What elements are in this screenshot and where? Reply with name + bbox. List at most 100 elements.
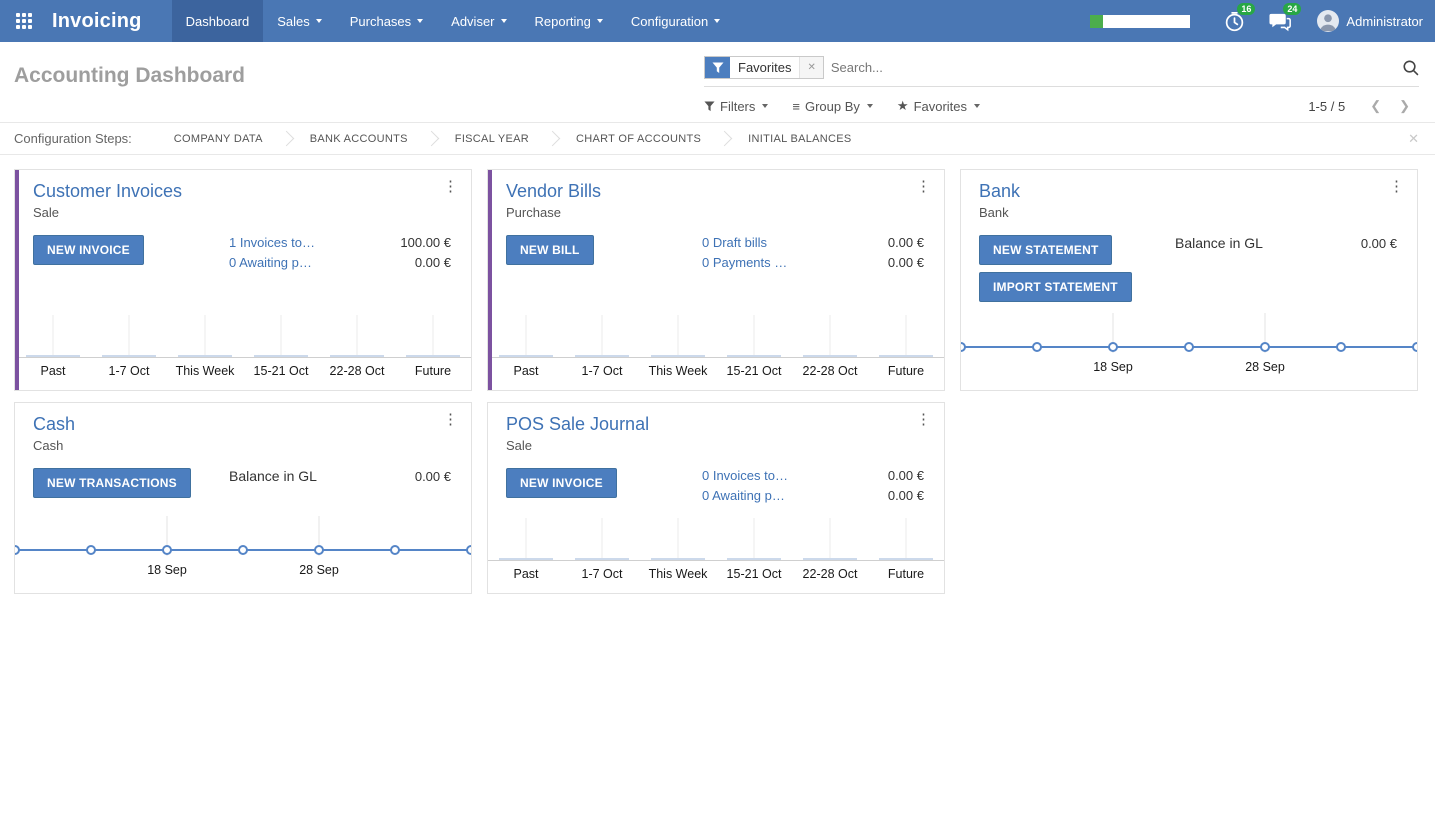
journal-color-stripe bbox=[15, 170, 19, 390]
new-invoice-button[interactable]: NEW INVOICE bbox=[506, 468, 617, 498]
card-stats: Balance in GL0.00 € bbox=[1175, 235, 1397, 302]
card-kebab-menu-icon[interactable]: ⋮ bbox=[1389, 179, 1404, 194]
journal-card-vendor-bills: Vendor BillsPurchase⋮NEW BILL0 Draft bil… bbox=[487, 169, 945, 391]
configuration-steps-bar: Configuration Steps: COMPANY DATA BANK AC… bbox=[0, 122, 1435, 155]
menu-item-label: Reporting bbox=[535, 14, 591, 29]
menu-item-configuration[interactable]: Configuration bbox=[617, 0, 734, 42]
axis-tick-label: 28 Sep bbox=[299, 563, 339, 577]
search-input[interactable] bbox=[831, 60, 1394, 75]
facet-remove-button[interactable]: ✕ bbox=[799, 57, 822, 78]
stat-row: Balance in GL0.00 € bbox=[1175, 235, 1397, 251]
mini-bar-chart: Past1-7 OctThis Week15-21 Oct22-28 OctFu… bbox=[15, 309, 471, 385]
import-statement-button[interactable]: IMPORT STATEMENT bbox=[979, 272, 1132, 302]
journal-subtitle: Sale bbox=[33, 205, 455, 220]
stat-link[interactable]: 0 Awaiting p… bbox=[229, 255, 312, 270]
card-kebab-menu-icon[interactable]: ⋮ bbox=[443, 179, 458, 194]
stat-link[interactable]: 0 Invoices to… bbox=[702, 468, 788, 483]
new-bill-button[interactable]: NEW BILL bbox=[506, 235, 594, 265]
pager-previous-button[interactable]: ❮ bbox=[1361, 98, 1390, 114]
journal-card-customer-invoices: Customer Invoices Sale ⋮ NEW INVOICE 1 Invoi… bbox=[14, 169, 472, 391]
card-chart: 18 Sep28 Sep bbox=[15, 512, 471, 593]
axis-tick-label: This Week bbox=[649, 364, 709, 378]
stat-amount: 0.00 € bbox=[415, 255, 451, 270]
axis-tick-label: 22-28 Oct bbox=[330, 364, 385, 378]
stat-amount: 0.00 € bbox=[415, 469, 451, 484]
config-step[interactable]: COMPANY DATA bbox=[156, 133, 281, 145]
axis-tick-label: 18 Sep bbox=[1093, 360, 1133, 374]
menu-item-purchases[interactable]: Purchases bbox=[336, 0, 437, 42]
stat-link[interactable]: 0 Draft bills bbox=[702, 235, 767, 250]
axis-tick-label: 22-28 Oct bbox=[803, 364, 858, 378]
configuration-steps-label: Configuration Steps: bbox=[14, 131, 132, 146]
stat-amount: 0.00 € bbox=[1361, 236, 1397, 251]
favorites-dropdown[interactable]: ★ Favorites bbox=[897, 98, 980, 114]
activities-count-badge: 16 bbox=[1237, 3, 1255, 16]
stat-link[interactable]: 0 Payments … bbox=[702, 255, 787, 270]
stat-link[interactable]: 0 Awaiting p… bbox=[702, 488, 785, 503]
app-title: Invoicing bbox=[48, 0, 172, 42]
messages-button[interactable]: 24 bbox=[1268, 10, 1292, 33]
filters-dropdown[interactable]: Filters bbox=[704, 99, 768, 114]
chevron-down-icon bbox=[316, 19, 322, 23]
search-facet: Favorites ✕ bbox=[704, 56, 824, 79]
new-invoice-button[interactable]: NEW INVOICE bbox=[33, 235, 144, 265]
journal-title-link[interactable]: Bank bbox=[979, 181, 1020, 202]
configuration-bar-close-icon[interactable]: ✕ bbox=[1408, 131, 1419, 147]
chevron-down-icon bbox=[417, 19, 423, 23]
axis-tick-label: Past bbox=[40, 364, 66, 378]
card-buttons: NEW BILL bbox=[506, 235, 594, 270]
config-step[interactable]: CHART OF ACCOUNTS bbox=[558, 133, 719, 145]
menu-item-reporting[interactable]: Reporting bbox=[521, 0, 617, 42]
stat-label: Balance in GL bbox=[229, 468, 317, 484]
control-panel-actions: Filters ≡ Group By ★ Favorites 1-5 / 5 ❮… bbox=[704, 98, 1419, 114]
stat-link[interactable]: 1 Invoices to… bbox=[229, 235, 315, 250]
menu-item-label: Configuration bbox=[631, 14, 708, 29]
stat-amount: 100.00 € bbox=[400, 235, 451, 250]
axis-tick-label: 1-7 Oct bbox=[582, 567, 624, 581]
new-statement-button[interactable]: NEW STATEMENT bbox=[979, 235, 1112, 265]
menu-item-dashboard[interactable]: Dashboard bbox=[172, 0, 264, 42]
card-kebab-menu-icon[interactable]: ⋮ bbox=[916, 179, 931, 194]
stat-row: 0 Payments …0.00 € bbox=[702, 255, 924, 270]
config-step[interactable]: BANK ACCOUNTS bbox=[292, 133, 426, 145]
axis-tick-label: 1-7 Oct bbox=[582, 364, 624, 378]
card-stats: 0 Draft bills0.00 €0 Payments …0.00 € bbox=[702, 235, 924, 270]
new-transactions-button[interactable]: NEW TRANSACTIONS bbox=[33, 468, 191, 498]
stat-amount: 0.00 € bbox=[888, 468, 924, 483]
menu-item-label: Sales bbox=[277, 14, 310, 29]
apps-menu-button[interactable] bbox=[0, 0, 48, 42]
group-by-dropdown[interactable]: ≡ Group By bbox=[792, 99, 873, 114]
planner-progress-bar[interactable] bbox=[1090, 15, 1190, 28]
journal-title-link[interactable]: Customer Invoices bbox=[33, 181, 182, 202]
axis-tick-label: 28 Sep bbox=[1245, 360, 1285, 374]
menu-item-sales[interactable]: Sales bbox=[263, 0, 336, 42]
journal-title-link[interactable]: POS Sale Journal bbox=[506, 414, 649, 435]
user-menu[interactable]: Administrator bbox=[1317, 10, 1423, 32]
menu-item-adviser[interactable]: Adviser bbox=[437, 0, 520, 42]
card-buttons: NEW INVOICE bbox=[33, 235, 144, 270]
config-step[interactable]: INITIAL BALANCES bbox=[730, 133, 869, 145]
axis-tick-label: Future bbox=[888, 567, 924, 581]
card-body: NEW STATEMENT IMPORT STATEMENT Balance in … bbox=[961, 220, 1417, 302]
page-title: Accounting Dashboard bbox=[14, 56, 704, 114]
journal-title-link[interactable]: Vendor Bills bbox=[506, 181, 601, 202]
navbar-right: 16 24 Administrator bbox=[1090, 0, 1435, 42]
card-stats: Balance in GL 0.00 € bbox=[229, 468, 451, 498]
axis-tick-label: 15-21 Oct bbox=[727, 364, 782, 378]
axis-tick-label: This Week bbox=[649, 567, 709, 581]
apps-grid-icon bbox=[16, 13, 32, 29]
journal-subtitle: Cash bbox=[33, 438, 455, 453]
card-stats: 1 Invoices to… 100.00 € 0 Awaiting p… 0.00 … bbox=[229, 235, 451, 270]
journal-subtitle: Sale bbox=[506, 438, 928, 453]
card-kebab-menu-icon[interactable]: ⋮ bbox=[443, 412, 458, 427]
axis-tick-label: 22-28 Oct bbox=[803, 567, 858, 581]
activities-button[interactable]: 16 bbox=[1223, 10, 1246, 33]
card-kebab-menu-icon[interactable]: ⋮ bbox=[916, 412, 931, 427]
search-magnifier-icon[interactable] bbox=[1394, 59, 1419, 76]
search-bar: Favorites ✕ bbox=[704, 56, 1419, 87]
config-step[interactable]: FISCAL YEAR bbox=[437, 133, 547, 145]
pager-next-button[interactable]: ❯ bbox=[1390, 98, 1419, 114]
stat-row: 0 Awaiting p…0.00 € bbox=[702, 488, 924, 503]
card-body: NEW INVOICE 0 Invoices to… 0.00 € 0 Awaitin… bbox=[488, 453, 944, 503]
journal-title-link[interactable]: Cash bbox=[33, 414, 75, 435]
